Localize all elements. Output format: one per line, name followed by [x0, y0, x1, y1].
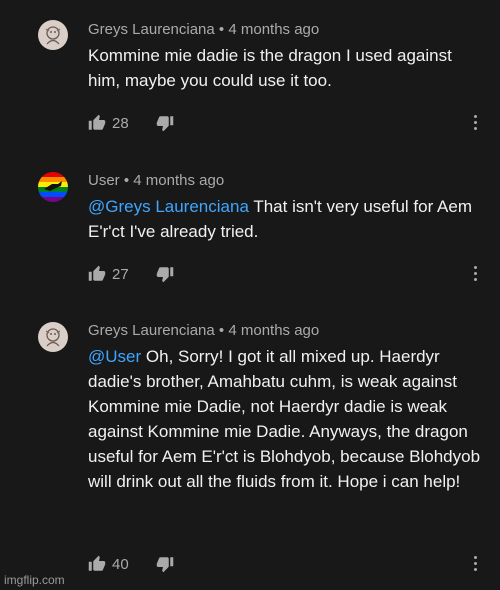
meta-separator: • — [214, 322, 229, 339]
comment-time[interactable]: 4 months ago — [133, 172, 224, 189]
comment-text: @User Oh, Sorry! I got it all mixed up. … — [88, 344, 488, 494]
rainbow-flag-avatar-icon — [38, 172, 68, 202]
dislike-icon[interactable] — [156, 555, 174, 573]
like-count: 40 — [112, 556, 129, 573]
comment-meta: Greys Laurenciana • 4 months ago — [88, 322, 319, 339]
comment-meta: Greys Laurenciana • 4 months ago — [88, 21, 319, 38]
more-options-icon[interactable] — [472, 556, 478, 574]
more-options-icon[interactable] — [472, 115, 478, 133]
meta-separator: • — [214, 21, 229, 38]
like-icon[interactable] — [88, 114, 106, 132]
mention-link[interactable]: @Greys Laurenciana — [88, 197, 249, 216]
dragon-drawing-avatar-icon — [38, 20, 68, 50]
like-count: 28 — [112, 115, 129, 132]
comment-meta: User • 4 months ago — [88, 172, 224, 189]
mention-link[interactable]: @User — [88, 347, 141, 366]
avatar[interactable] — [38, 172, 68, 202]
like-count: 27 — [112, 266, 129, 283]
meta-separator: • — [119, 172, 134, 189]
comment-text: Kommine mie dadie is the dragon I used a… — [88, 43, 488, 93]
avatar[interactable] — [38, 20, 68, 50]
like-icon[interactable] — [88, 265, 106, 283]
more-options-icon[interactable] — [472, 266, 478, 284]
dragon-drawing-avatar-icon — [38, 322, 68, 352]
avatar[interactable] — [38, 322, 68, 352]
comment-body: Kommine mie dadie is the dragon I used a… — [88, 46, 452, 90]
comment-author[interactable]: Greys Laurenciana — [88, 322, 215, 339]
watermark: imgflip.com — [4, 573, 65, 587]
comment-body: Oh, Sorry! I got it all mixed up. Haerdy… — [88, 347, 481, 491]
like-icon[interactable] — [88, 555, 106, 573]
dislike-icon[interactable] — [156, 114, 174, 132]
comment-time[interactable]: 4 months ago — [228, 21, 319, 38]
comment-author[interactable]: User — [88, 172, 120, 189]
dislike-icon[interactable] — [156, 265, 174, 283]
comment-author[interactable]: Greys Laurenciana — [88, 21, 215, 38]
comment-time[interactable]: 4 months ago — [228, 322, 319, 339]
comment-text: @Greys Laurenciana That isn't very usefu… — [88, 194, 488, 244]
